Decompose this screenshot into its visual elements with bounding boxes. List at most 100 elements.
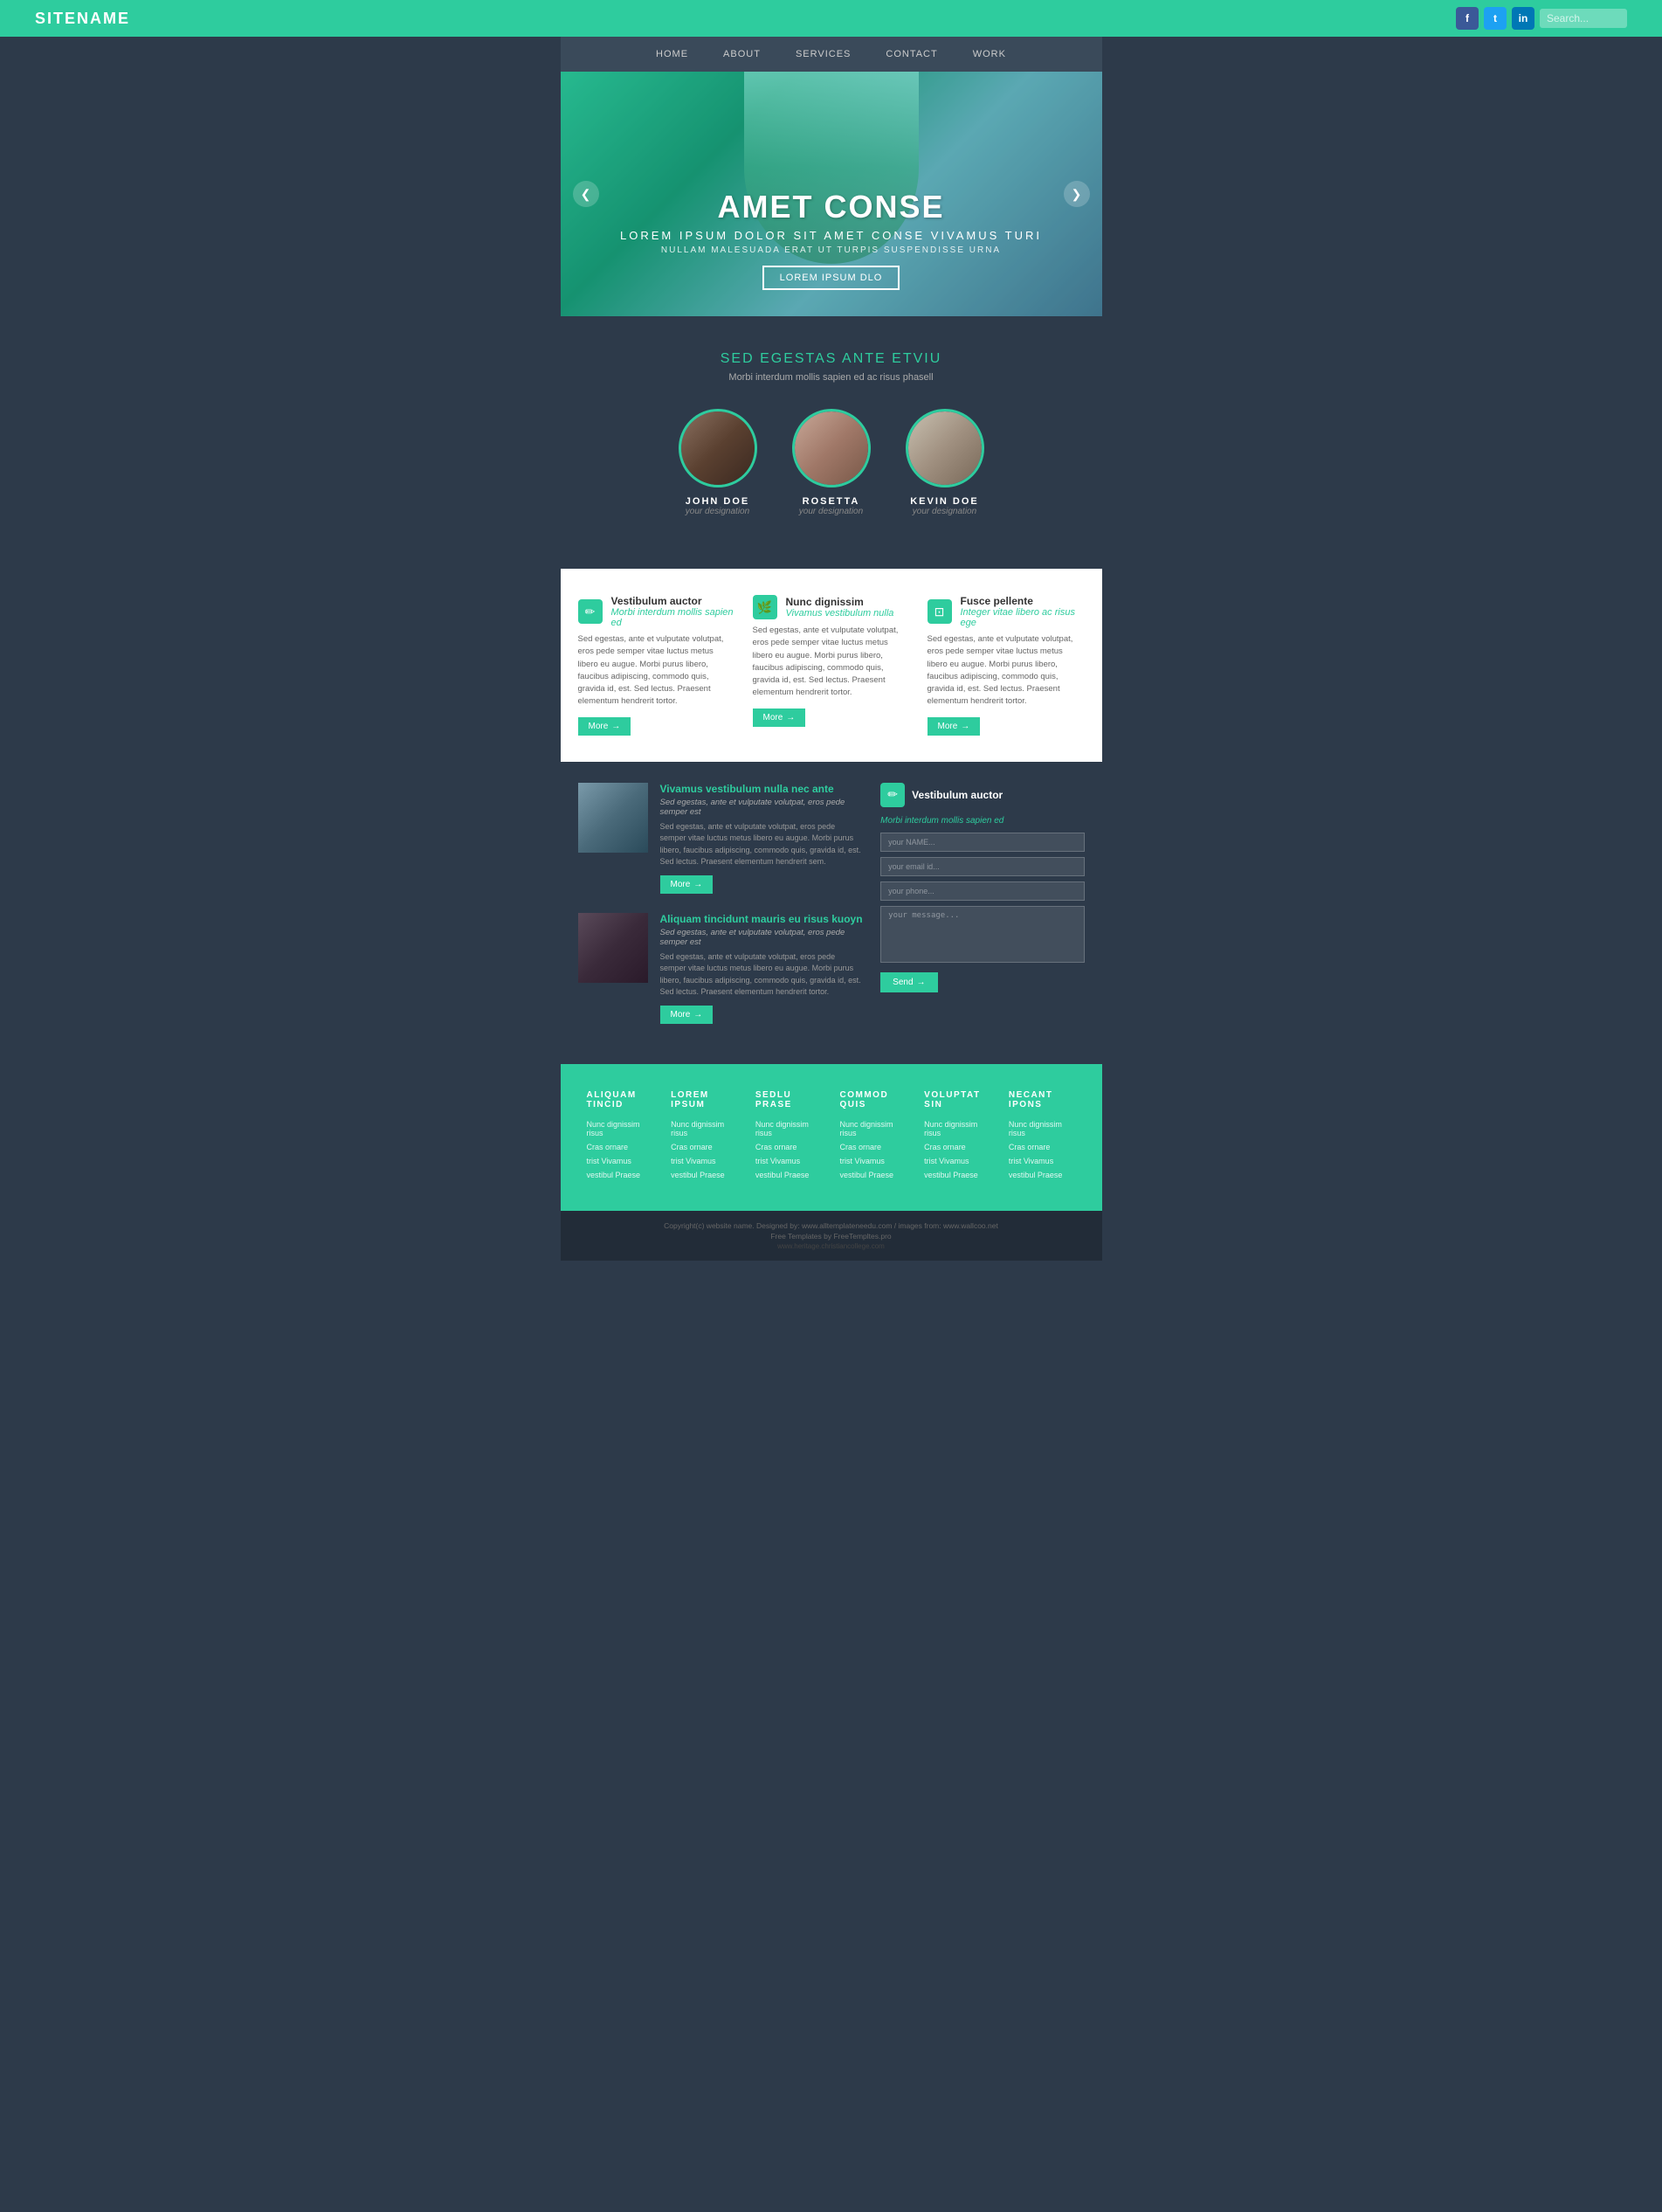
blog-title-1[interactable]: Vivamus vestibulum nulla nec ante bbox=[660, 783, 864, 795]
footer-watermark: www.heritage.christiancollege.com bbox=[777, 1242, 885, 1250]
team-section-title: SED EGESTAS ANTE ETVIU bbox=[578, 351, 1085, 367]
blog-content-2: Aliquam tincidunt mauris eu risus kuoyn … bbox=[660, 913, 864, 1024]
team-designation-2: your designation bbox=[792, 507, 871, 516]
search-input[interactable] bbox=[1540, 9, 1627, 28]
contact-col: ✏ Vestibulum auctor Morbi interdum molli… bbox=[880, 783, 1084, 1043]
footer-link-2-1[interactable]: Cras ornare bbox=[755, 1143, 823, 1151]
blog-arrow-2: → bbox=[693, 1010, 702, 1020]
footer-link-4-0[interactable]: Nunc dignissim risus bbox=[924, 1120, 991, 1137]
footer-col-5: NECANT IPONS Nunc dignissim risus Cras o… bbox=[1000, 1090, 1085, 1185]
service-item-3: ⊡ Fusce pellente Integer vitae libero ac… bbox=[928, 595, 1085, 736]
footer-link-0-2[interactable]: trist Vivamus bbox=[586, 1157, 653, 1165]
footer-link-0-1[interactable]: Cras ornare bbox=[586, 1143, 653, 1151]
contact-head-text: Vestibulum auctor bbox=[912, 789, 1003, 801]
blog-contact-section: Vivamus vestibulum nulla nec ante Sed eg… bbox=[561, 762, 1102, 1064]
team-designation-1: your designation bbox=[679, 507, 757, 516]
footer-col-0: ALIQUAM TINCID Nunc dignissim risus Cras… bbox=[577, 1090, 662, 1185]
team-name-3: KEVIN DOE bbox=[906, 496, 984, 507]
services-row: ✏ Vestibulum auctor Morbi interdum molli… bbox=[578, 595, 1085, 736]
hero-next-arrow[interactable]: ❯ bbox=[1064, 181, 1090, 207]
service-text-1: Sed egestas, ante et vulputate volutpat,… bbox=[578, 633, 735, 709]
hero-content: AMET CONSE LOREM IPSUM DOLOR SIT AMET CO… bbox=[620, 189, 1042, 290]
avatar-2 bbox=[792, 409, 871, 487]
service-heading-1: Vestibulum auctor bbox=[611, 595, 735, 607]
contact-message-input[interactable] bbox=[880, 906, 1084, 963]
linkedin-icon[interactable]: in bbox=[1512, 7, 1534, 30]
nav-work[interactable]: WORK bbox=[973, 49, 1006, 59]
footer-col-title-4: VOLUPTAT SIN bbox=[924, 1090, 991, 1109]
nav-services[interactable]: SERVICES bbox=[796, 49, 851, 59]
footer-link-1-2[interactable]: trist Vivamus bbox=[671, 1157, 738, 1165]
footer-link-1-0[interactable]: Nunc dignissim risus bbox=[671, 1120, 738, 1137]
twitter-icon[interactable]: t bbox=[1484, 7, 1507, 30]
blog-more-button-1[interactable]: More → bbox=[660, 875, 714, 894]
nav-contact[interactable]: CONTACT bbox=[886, 49, 937, 59]
footer-link-2-2[interactable]: trist Vivamus bbox=[755, 1157, 823, 1165]
footer-cols: ALIQUAM TINCID Nunc dignissim risus Cras… bbox=[578, 1090, 1085, 1185]
nav-home[interactable]: HOME bbox=[656, 49, 688, 59]
footer-col-title-0: ALIQUAM TINCID bbox=[586, 1090, 653, 1109]
service-titles-2: Nunc dignissim Vivamus vestibulum nulla bbox=[786, 596, 894, 619]
service-icon-row-2: 🌿 Nunc dignissim Vivamus vestibulum null… bbox=[753, 595, 910, 619]
footer-link-2-3[interactable]: vestibul Praese bbox=[755, 1171, 823, 1179]
hero-title: AMET CONSE bbox=[620, 189, 1042, 225]
team-member-2: ROSETTA your designation bbox=[792, 409, 871, 516]
hero-subtitle: LOREM IPSUM DOLOR SIT AMET CONSE VIVAMUS… bbox=[620, 229, 1042, 242]
footer-link-3-2[interactable]: trist Vivamus bbox=[840, 1157, 907, 1165]
footer-link-1-3[interactable]: vestibul Praese bbox=[671, 1171, 738, 1179]
footer-col-3: COMMOD QUIS Nunc dignissim risus Cras or… bbox=[831, 1090, 916, 1185]
footer-link-5-2[interactable]: trist Vivamus bbox=[1009, 1157, 1076, 1165]
contact-name-input[interactable] bbox=[880, 833, 1084, 852]
service-subhead-3: Integer vitae libero ac risus ege bbox=[961, 607, 1085, 628]
contact-email-input[interactable] bbox=[880, 857, 1084, 876]
facebook-icon[interactable]: f bbox=[1456, 7, 1479, 30]
footer-link-0-3[interactable]: vestibul Praese bbox=[586, 1171, 653, 1179]
footer-link-4-3[interactable]: vestibul Praese bbox=[924, 1171, 991, 1179]
contact-send-button[interactable]: Send → bbox=[880, 972, 937, 992]
top-bar: SITENAME f t in bbox=[0, 0, 1662, 37]
avatar-person-1 bbox=[681, 411, 755, 485]
contact-title: Vestibulum auctor bbox=[912, 789, 1003, 801]
blog-title-2[interactable]: Aliquam tincidunt mauris eu risus kuoyn bbox=[660, 913, 864, 925]
team-section: SED EGESTAS ANTE ETVIU Morbi interdum mo… bbox=[561, 316, 1102, 569]
footer-col-4: VOLUPTAT SIN Nunc dignissim risus Cras o… bbox=[915, 1090, 1000, 1185]
footer-link-3-1[interactable]: Cras ornare bbox=[840, 1143, 907, 1151]
blog-excerpt-2: Sed egestas, ante et vulputate volutpat,… bbox=[660, 928, 864, 947]
blog-item-1: Vivamus vestibulum nulla nec ante Sed eg… bbox=[578, 783, 864, 894]
hero-cta-button[interactable]: LOREM IPSUM DLO bbox=[762, 266, 900, 290]
footer-link-3-0[interactable]: Nunc dignissim risus bbox=[840, 1120, 907, 1137]
footer-col-title-2: SEDLU PRASE bbox=[755, 1090, 823, 1109]
avatar-3 bbox=[906, 409, 984, 487]
service-more-button-1[interactable]: More → bbox=[578, 717, 631, 736]
service-item-2: 🌿 Nunc dignissim Vivamus vestibulum null… bbox=[753, 595, 910, 736]
service-more-button-3[interactable]: More → bbox=[928, 717, 981, 736]
contact-icon: ✏ bbox=[880, 783, 905, 807]
hero-slider: ❮ AMET CONSE LOREM IPSUM DOLOR SIT AMET … bbox=[561, 72, 1102, 316]
team-name-1: JOHN DOE bbox=[679, 496, 757, 507]
footer-link-4-1[interactable]: Cras ornare bbox=[924, 1143, 991, 1151]
hero-prev-arrow[interactable]: ❮ bbox=[573, 181, 599, 207]
footer-link-5-3[interactable]: vestibul Praese bbox=[1009, 1171, 1076, 1179]
footer-link-1-1[interactable]: Cras ornare bbox=[671, 1143, 738, 1151]
main-nav: HOME ABOUT SERVICES CONTACT WORK bbox=[561, 37, 1102, 72]
service-more-button-2[interactable]: More → bbox=[753, 709, 806, 727]
service-text-3: Sed egestas, ante et vulputate volutpat,… bbox=[928, 633, 1085, 709]
footer-link-0-0[interactable]: Nunc dignissim risus bbox=[586, 1120, 653, 1137]
blog-arrow-1: → bbox=[693, 880, 702, 889]
footer-link-3-3[interactable]: vestibul Praese bbox=[840, 1171, 907, 1179]
footer-bottom: Copyright(c) website name. Designed by: … bbox=[561, 1211, 1102, 1261]
service-heading-3: Fusce pellente bbox=[961, 595, 1085, 607]
footer-link-5-0[interactable]: Nunc dignissim risus bbox=[1009, 1120, 1076, 1137]
footer-link-4-2[interactable]: trist Vivamus bbox=[924, 1157, 991, 1165]
avatar-person-2 bbox=[795, 411, 868, 485]
blog-more-button-2[interactable]: More → bbox=[660, 1006, 714, 1024]
team-name-2: ROSETTA bbox=[792, 496, 871, 507]
nav-about[interactable]: ABOUT bbox=[723, 49, 761, 59]
footer-link-5-1[interactable]: Cras ornare bbox=[1009, 1143, 1076, 1151]
contact-phone-input[interactable] bbox=[880, 881, 1084, 901]
footer-col-title-3: COMMOD QUIS bbox=[840, 1090, 907, 1109]
avatar-1 bbox=[679, 409, 757, 487]
service-titles-3: Fusce pellente Integer vitae libero ac r… bbox=[961, 595, 1085, 628]
service-icon-row-1: ✏ Vestibulum auctor Morbi interdum molli… bbox=[578, 595, 735, 628]
footer-link-2-0[interactable]: Nunc dignissim risus bbox=[755, 1120, 823, 1137]
